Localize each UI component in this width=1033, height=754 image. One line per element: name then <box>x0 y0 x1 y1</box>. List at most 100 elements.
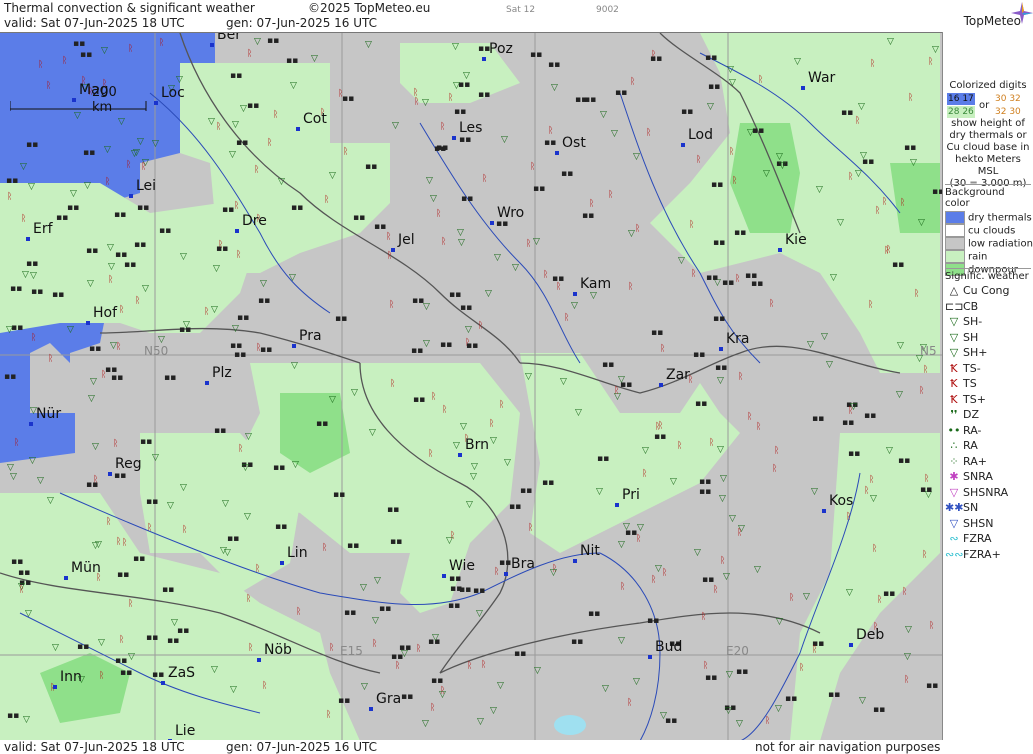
weather-symbol: ▪▪ <box>86 480 98 490</box>
weather-symbol: ▽ <box>707 102 714 112</box>
digits-or: or <box>979 100 990 111</box>
sat-label: Sat 12 <box>506 5 536 15</box>
wx-label: Cu Cong <box>963 284 1010 297</box>
weather-symbol: ▪▪ <box>862 157 874 167</box>
weather-symbol: ▪▪ <box>390 537 402 547</box>
weather-symbol: ᚱ <box>799 662 804 673</box>
weather-symbol: ▪▪ <box>436 143 448 153</box>
wx-legend-row: △ Cu Cong <box>945 284 1010 297</box>
weather-symbol: ᚱ <box>448 92 453 103</box>
wx-symbol-icon: ▽ <box>949 485 959 499</box>
weather-symbol: ᚱ <box>324 194 329 205</box>
weather-symbol: ▪▪ <box>665 716 677 726</box>
weather-symbol: ▪▪ <box>597 454 609 464</box>
weather-symbol: ▽ <box>837 218 844 228</box>
wx-legend-row: ▽ SHSNRA <box>945 486 1008 499</box>
wx-legend-row: ▽ SH- <box>945 315 982 328</box>
weather-symbol: ▪▪ <box>140 437 152 447</box>
weather-symbol: ᚱ <box>494 566 499 577</box>
weather-symbol: ▪▪ <box>167 636 179 646</box>
weather-symbol: ▪▪ <box>344 608 356 618</box>
weather-symbol: ▽ <box>290 81 297 91</box>
weather-symbol: ▪▪ <box>711 180 723 190</box>
weather-symbol: ᚱ <box>662 567 667 578</box>
weather-symbol: ᚱ <box>530 161 535 172</box>
wx-symbol-icon: ❜❜ <box>950 408 958 421</box>
weather-symbol: ▽ <box>211 665 218 675</box>
weather-symbol: ▽ <box>457 228 464 238</box>
weather-symbol: ▽ <box>10 472 17 482</box>
weather-symbol: ▽ <box>602 684 609 694</box>
weather-symbol: ᚱ <box>703 660 708 671</box>
bg-label: dry thermals <box>968 212 1032 224</box>
weather-symbol: ▪▪ <box>335 314 347 324</box>
weather-symbol: ▪▪ <box>842 418 854 428</box>
city-marker-dre <box>235 229 239 233</box>
weather-symbol: ᚱ <box>101 369 106 380</box>
city-marker-erf <box>26 237 30 241</box>
digits-description: show height of dry thermals or Cu cloud … <box>946 118 1030 177</box>
weather-symbol: ᚱ <box>216 121 221 132</box>
weather-symbol: ▽ <box>729 514 736 524</box>
weather-symbol: ▽ <box>29 456 36 466</box>
weather-map[interactable]: ▽▪▪▪▪ᚱ▪▪▽▽ᚱᚱ▪▪▽▽▽▪▪▽▽ᚱ▽▽▪▪▪▪ᚱ▽▽ᚱᚱ▪▪▪▪ᚱᚱ▪… <box>0 32 942 741</box>
weather-symbol: ᚱ <box>868 299 873 310</box>
weather-symbol: ▽ <box>374 576 381 586</box>
weather-symbol: ᚱ <box>38 59 43 70</box>
weather-symbol: ᚱ <box>651 574 656 585</box>
weather-symbol: ▪▪ <box>473 586 485 596</box>
weather-symbol: ▽ <box>230 685 237 695</box>
weather-symbol: ▪▪ <box>177 626 189 636</box>
border-line-4 <box>439 612 821 674</box>
weather-symbol: ▪▪ <box>615 88 627 98</box>
weather-symbol: ▪▪ <box>904 143 916 153</box>
city-marker-war <box>801 86 805 90</box>
weather-symbol: ▪▪ <box>681 107 693 117</box>
weather-symbol: ▽ <box>22 270 29 280</box>
wx-symbol-icon: ∾∾ <box>945 547 964 561</box>
weather-symbol: ▪▪ <box>374 222 386 232</box>
weather-symbol: ᚱ <box>19 584 24 595</box>
weather-symbol: ▪▪ <box>115 656 127 666</box>
weather-symbol: ▽ <box>101 46 108 56</box>
weather-symbol: ᚱ <box>627 697 632 708</box>
weather-symbol: ▽ <box>490 706 497 716</box>
weather-symbol: ▪▪ <box>216 244 228 254</box>
city-label-kos: Kos <box>829 493 854 509</box>
weather-symbol: ᚱ <box>689 219 694 230</box>
grid-label-n50: N50 <box>144 344 169 358</box>
weather-symbol: ᚱ <box>204 306 209 317</box>
colorized-digits-block: Colorized digits 16 17 28 26 or 30 32 32… <box>945 80 1031 190</box>
weather-symbol: ▽ <box>726 670 733 680</box>
city-label-mün: Mün <box>71 560 101 576</box>
grid-label-n5: N5 <box>920 344 937 358</box>
weather-symbol: ▪▪ <box>654 432 666 442</box>
weather-symbol: ᚱ <box>914 288 919 299</box>
city-label-ost: Ost <box>562 135 586 151</box>
weather-symbol: ▽ <box>816 185 823 195</box>
weather-symbol: ᚱ <box>389 299 394 310</box>
weather-symbol: ▪▪ <box>926 681 938 691</box>
weather-symbol: ▽ <box>512 263 519 273</box>
weather-symbol: ▽ <box>92 442 99 452</box>
weather-symbol: ▪▪ <box>841 108 853 118</box>
weather-symbol: ▪▪ <box>448 601 460 611</box>
weather-symbol: ▪▪ <box>440 340 452 350</box>
weather-symbol: ▽ <box>432 633 439 643</box>
weather-symbol: ᚱ <box>528 522 533 533</box>
weather-symbol: ▪▪ <box>56 213 68 223</box>
wx-legend-row: Ꝁ TS+ <box>945 393 986 406</box>
wx-symbol-icon: ∾ <box>949 532 959 545</box>
weather-symbol: ▪▪ <box>286 56 298 66</box>
weather-symbol: ▪▪ <box>509 502 521 512</box>
wx-legend-row: ∾ FZRA <box>945 532 991 545</box>
weather-symbol: ▽ <box>775 704 782 714</box>
weather-symbol: ▽ <box>460 422 467 432</box>
wx-symbol-icon: Ꝁ <box>950 392 958 406</box>
weather-symbol: ᚱ <box>372 638 377 649</box>
weather-symbol: ▪▪ <box>530 50 542 60</box>
weather-symbol: ▽ <box>211 305 218 315</box>
weather-symbol: ▪▪ <box>620 380 632 390</box>
weather-symbol: ▽ <box>360 583 367 593</box>
city-marker-mün <box>64 576 68 580</box>
